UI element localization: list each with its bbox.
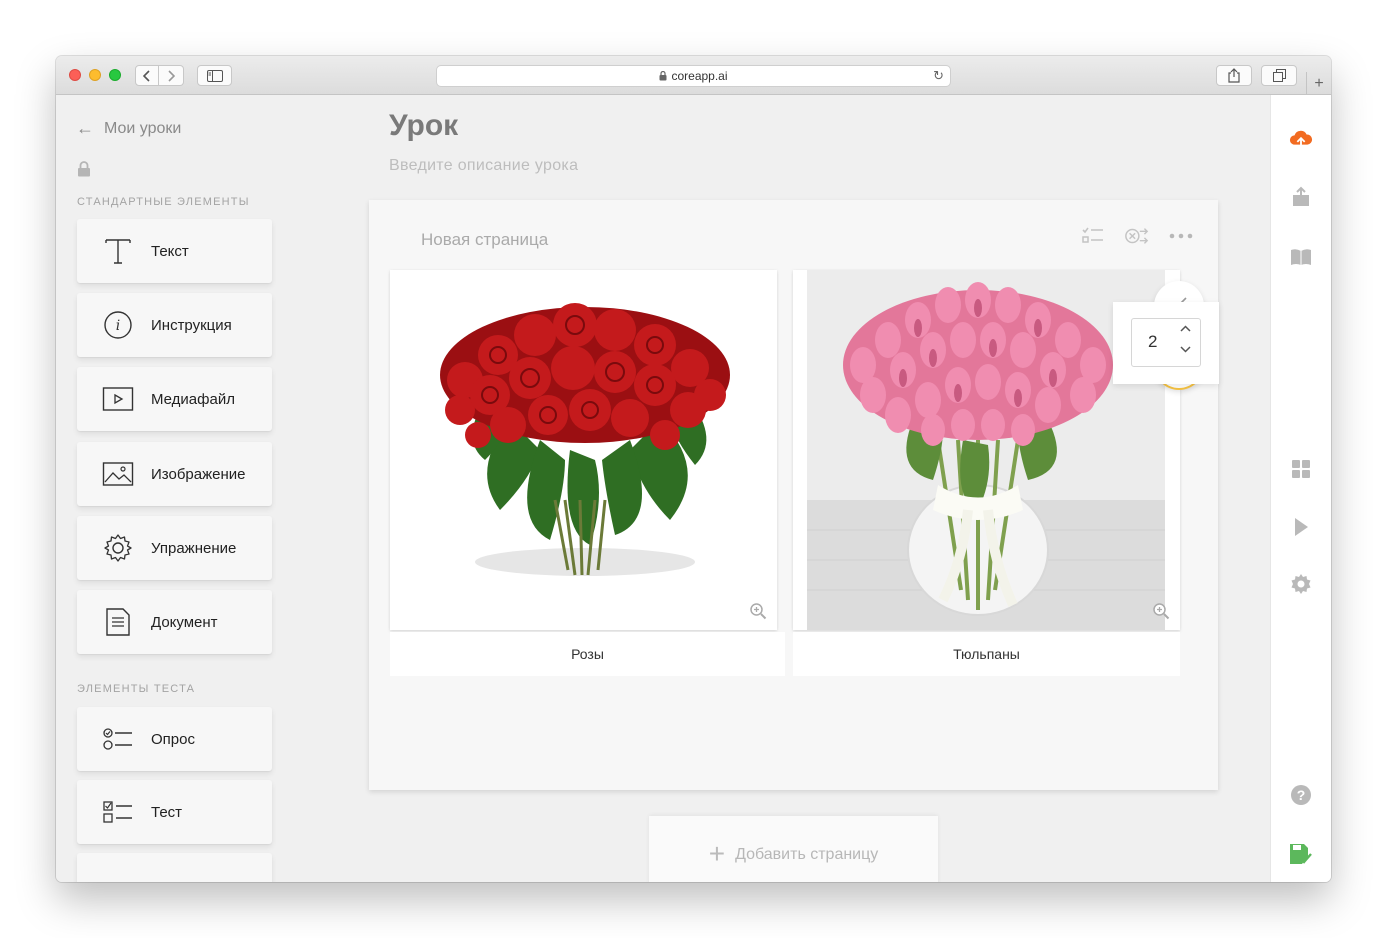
- tool-instruction[interactable]: i Инструкция: [77, 293, 272, 357]
- play-icon[interactable]: [1289, 515, 1313, 539]
- lesson-editor: Урок Введите описание урока Новая страни…: [356, 95, 1269, 882]
- image-caption[interactable]: Тюльпаны: [793, 632, 1180, 676]
- lesson-description-input[interactable]: Введите описание урока: [389, 157, 578, 175]
- test-icon: [97, 795, 139, 829]
- columns-stepper-panel: 2: [1113, 302, 1219, 384]
- roses-image: [440, 303, 730, 576]
- more-options-icon[interactable]: [1168, 224, 1194, 248]
- browser-toolbar: coreapp.ai ↻ +: [56, 56, 1331, 95]
- cloud-upload-icon[interactable]: [1289, 128, 1313, 152]
- text-icon: [97, 234, 139, 268]
- tool-image[interactable]: Изображение: [77, 442, 272, 506]
- test-elements-title: ЭЛЕМЕНТЫ ТЕСТА: [77, 683, 196, 695]
- tool-label: Текст: [151, 242, 189, 260]
- maximize-window-button[interactable]: [109, 69, 121, 81]
- media-icon: [97, 382, 139, 416]
- document-icon: [97, 605, 139, 639]
- elements-sidebar: ← Мои уроки СТАНДАРТНЫЕ ЭЛЕМЕНТЫ Текст i…: [56, 95, 356, 882]
- address-text: coreapp.ai: [671, 69, 728, 83]
- browser-tabs-button[interactable]: [1261, 65, 1297, 86]
- image-tile-roses[interactable]: [390, 270, 777, 630]
- tool-label: Инструкция: [151, 316, 232, 334]
- plus-icon: +: [708, 838, 726, 869]
- columns-value[interactable]: 2: [1148, 332, 1157, 352]
- chevron-right-icon: [168, 69, 175, 82]
- book-icon[interactable]: [1289, 245, 1313, 269]
- close-window-button[interactable]: [69, 69, 81, 81]
- zoom-icon[interactable]: [749, 602, 767, 620]
- sidebar-icon: [206, 69, 223, 82]
- export-icon[interactable]: [1289, 185, 1313, 209]
- tool-document[interactable]: Документ: [77, 590, 272, 654]
- chevron-left-icon: [143, 69, 150, 82]
- svg-text:i: i: [116, 318, 120, 334]
- browser-sidebar-button[interactable]: [197, 65, 232, 86]
- add-page-label: Добавить страницу: [735, 846, 879, 863]
- browser-share-button[interactable]: [1216, 65, 1252, 86]
- page-name[interactable]: Новая страница: [421, 230, 548, 250]
- browser-window: coreapp.ai ↻ + ← Мои уроки СТАНДАРТНЫЕ Э…: [56, 56, 1331, 882]
- address-bar[interactable]: coreapp.ai ↻: [436, 65, 951, 87]
- lesson-title[interactable]: Урок: [389, 109, 458, 143]
- checklist-icon[interactable]: [1080, 224, 1106, 248]
- tool-label: Медиафайл: [151, 390, 235, 408]
- add-page-button[interactable]: + Добавить страницу: [649, 816, 938, 882]
- zoom-icon[interactable]: [1152, 602, 1170, 620]
- tool-media[interactable]: Медиафайл: [77, 367, 272, 431]
- tool-poll[interactable]: Опрос: [77, 707, 272, 771]
- tool-more[interactable]: [77, 853, 272, 882]
- info-icon: i: [97, 308, 139, 342]
- lock-icon: [659, 71, 667, 81]
- svg-text:?: ?: [1297, 787, 1306, 803]
- shuffle-off-icon[interactable]: [1124, 224, 1150, 248]
- tool-text[interactable]: Текст: [77, 219, 272, 283]
- help-icon[interactable]: ?: [1289, 783, 1313, 807]
- tool-label: Упражнение: [151, 539, 237, 557]
- standard-elements-title: СТАНДАРТНЫЕ ЭЛЕМЕНТЫ: [77, 196, 250, 208]
- grid-icon[interactable]: [1289, 457, 1313, 481]
- tool-test[interactable]: Тест: [77, 780, 272, 844]
- columns-stepper[interactable]: 2: [1131, 318, 1201, 367]
- poll-icon: [97, 722, 139, 756]
- tabs-icon: [1272, 69, 1286, 82]
- lesson-page: Новая страница Розы Тюльпаны: [369, 200, 1218, 790]
- tool-exercise[interactable]: Упражнение: [77, 516, 272, 580]
- share-icon: [1228, 68, 1240, 83]
- chevron-down-icon[interactable]: [1180, 346, 1191, 353]
- save-icon[interactable]: [1289, 842, 1313, 866]
- back-to-lessons-link[interactable]: ← Мои уроки: [76, 118, 181, 139]
- gear-icon: [97, 531, 139, 565]
- browser-forward-button[interactable]: [159, 65, 184, 86]
- tool-label: Тест: [151, 803, 183, 821]
- minimize-window-button[interactable]: [89, 69, 101, 81]
- tool-label: Опрос: [151, 730, 195, 748]
- reload-icon[interactable]: ↻: [933, 68, 944, 84]
- tool-label: Изображение: [151, 465, 246, 483]
- browser-back-button[interactable]: [135, 65, 159, 86]
- image-icon: [97, 457, 139, 491]
- lock-icon[interactable]: [77, 161, 91, 182]
- tool-label: Документ: [151, 613, 218, 631]
- chevron-up-icon[interactable]: [1180, 325, 1191, 332]
- right-toolbar: ?: [1270, 95, 1331, 882]
- arrow-left-icon: ←: [76, 118, 94, 138]
- settings-icon[interactable]: [1289, 572, 1313, 596]
- image-caption[interactable]: Розы: [390, 632, 785, 676]
- app: ← Мои уроки СТАНДАРТНЫЕ ЭЛЕМЕНТЫ Текст i…: [56, 95, 1331, 882]
- new-tab-button[interactable]: +: [1306, 72, 1331, 95]
- back-link-label: Мои уроки: [104, 119, 182, 137]
